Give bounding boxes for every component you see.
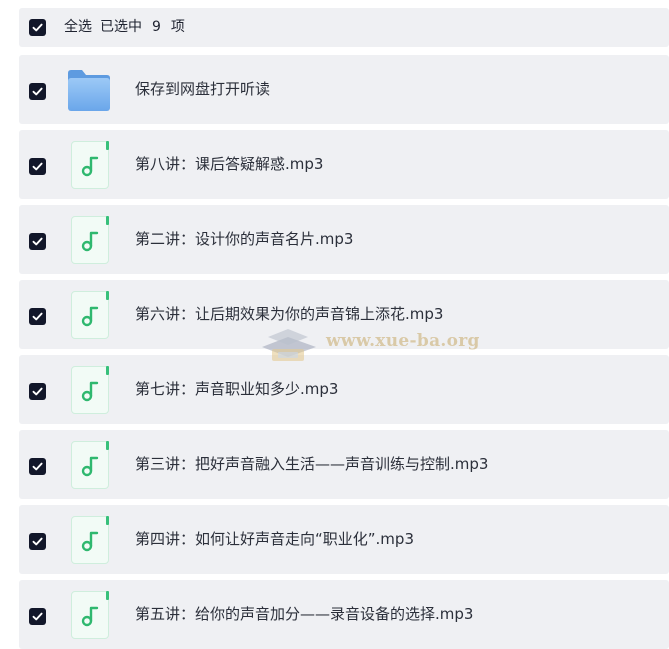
audio-file-icon [71,441,109,489]
list-item[interactable]: 第四讲：如何让好声音走向“职业化”.mp3 [19,505,669,574]
checkmark-icon [32,312,43,321]
music-note-icon [81,231,99,252]
checkmark-icon [32,387,43,396]
list-item[interactable]: 第六讲：让后期效果为你的声音锦上添花.mp3 [19,280,669,349]
item-name: 保存到网盘打开听读 [135,80,271,98]
list-item[interactable]: 保存到网盘打开听读 [19,55,669,124]
list-item[interactable]: 第三讲：把好声音融入生活——声音训练与控制.mp3 [19,430,669,499]
item-name: 第三讲：把好声音融入生活——声音训练与控制.mp3 [135,455,489,473]
item-name: 第五讲：给你的声音加分——录音设备的选择.mp3 [135,605,474,623]
item-checkbox[interactable] [29,608,46,625]
audio-file-icon [71,291,109,339]
selected-suffix: 项 [170,19,185,35]
item-checkbox[interactable] [29,458,46,475]
item-checkbox[interactable] [29,383,46,400]
select-all-checkbox[interactable] [29,19,46,36]
checkmark-icon [32,462,43,471]
select-all-label[interactable]: 全选 [64,19,92,35]
checkmark-icon [32,612,43,621]
checkmark-icon [32,162,43,171]
audio-file-icon [71,366,109,414]
item-name: 第二讲：设计你的声音名片.mp3 [135,230,354,248]
list-item[interactable]: 第五讲：给你的声音加分——录音设备的选择.mp3 [19,580,669,649]
music-note-icon [81,381,99,402]
item-name: 第七讲：声音职业知多少.mp3 [135,380,339,398]
select-all-bar: 全选 已选中 9 项 [19,8,669,47]
music-note-icon [81,531,99,552]
checkmark-icon [32,237,43,246]
checkmark-icon [32,537,43,546]
music-note-icon [81,156,99,177]
item-name: 第八讲：课后答疑解惑.mp3 [135,155,324,173]
checkmark-icon [32,23,43,32]
music-note-icon [81,606,99,627]
selected-count: 9 [152,19,161,35]
item-name: 第六讲：让后期效果为你的声音锦上添花.mp3 [135,305,444,323]
music-note-icon [81,306,99,327]
item-checkbox[interactable] [29,158,46,175]
list-item[interactable]: 第八讲：课后答疑解惑.mp3 [19,130,669,199]
audio-file-icon [71,216,109,264]
item-checkbox[interactable] [29,533,46,550]
audio-file-icon [71,591,109,639]
item-checkbox[interactable] [29,233,46,250]
item-checkbox[interactable] [29,308,46,325]
list-item[interactable]: 第七讲：声音职业知多少.mp3 [19,355,669,424]
audio-file-icon [71,141,109,189]
folder-icon [68,70,110,111]
checkmark-icon [32,87,43,96]
item-name: 第四讲：如何让好声音走向“职业化”.mp3 [135,530,414,548]
music-note-icon [81,456,99,477]
audio-file-icon [71,516,109,564]
selection-summary: 全选 已选中 9 项 [64,18,193,37]
item-checkbox[interactable] [29,83,46,100]
selected-prefix: 已选中 [100,19,142,35]
list-item[interactable]: 第二讲：设计你的声音名片.mp3 [19,205,669,274]
